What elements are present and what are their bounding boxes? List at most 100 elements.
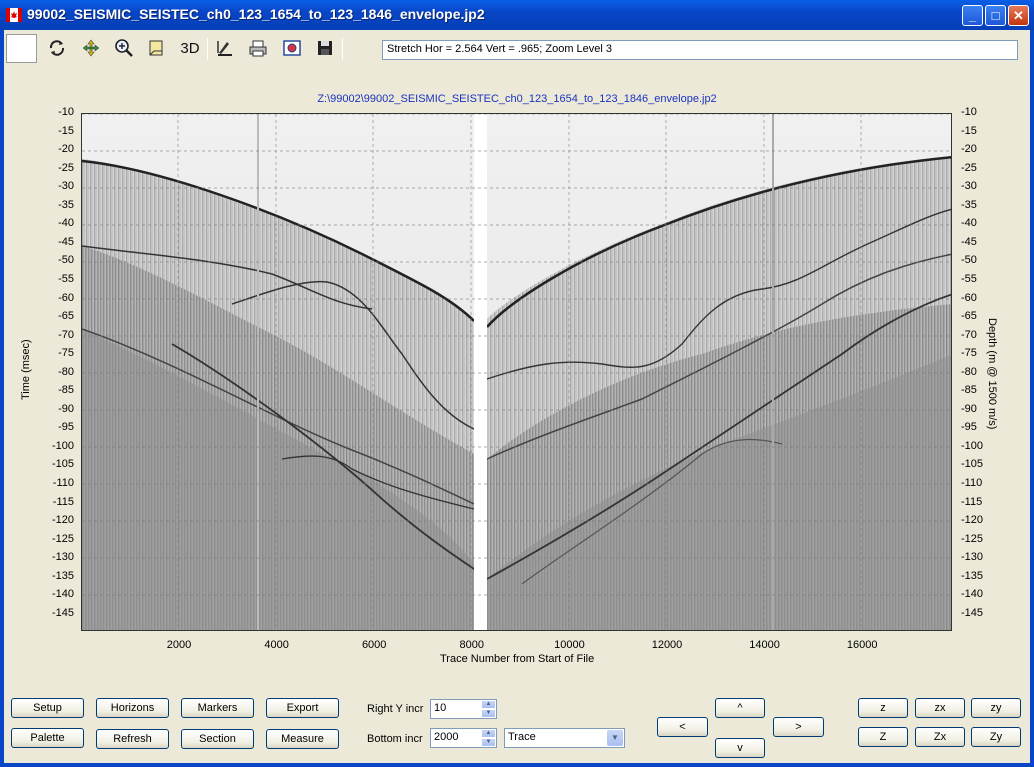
title-bar: 99002_SEISMIC_SEISTEC_ch0_123_1654_to_12… bbox=[0, 0, 1034, 30]
y-tick-label-left: -145 bbox=[51, 606, 74, 619]
y-tick-label-left: -135 bbox=[51, 569, 74, 582]
y-tick-label-left: -20 bbox=[58, 143, 74, 156]
horizons-button[interactable]: Horizons bbox=[96, 698, 169, 718]
y-tick-label-left: -130 bbox=[51, 551, 74, 564]
right-y-incr-label: Right Y incr bbox=[367, 703, 424, 715]
nav-left-button[interactable]: < bbox=[657, 717, 708, 737]
y-tick-label-right: -20 bbox=[961, 143, 977, 156]
page-icon[interactable] bbox=[143, 36, 169, 60]
x-tick-label: 8000 bbox=[459, 639, 485, 651]
y-tick-label-left: -60 bbox=[58, 291, 74, 304]
canada-flag-icon bbox=[6, 8, 22, 22]
y-tick-label-right: -85 bbox=[961, 384, 977, 397]
print-icon[interactable] bbox=[245, 36, 271, 60]
y-tick-label-left: -125 bbox=[51, 532, 74, 545]
y-tick-label-left: -100 bbox=[51, 439, 74, 452]
y-tick-label-right: -95 bbox=[961, 421, 977, 434]
y-tick-label-right: -35 bbox=[961, 198, 977, 211]
x-tick-label: 4000 bbox=[264, 639, 289, 651]
y-tick-label-right: -140 bbox=[961, 588, 984, 601]
x-tick-label: 14000 bbox=[749, 639, 780, 651]
y-tick-label-right: -110 bbox=[961, 477, 983, 489]
axis-mode-select[interactable]: Trace ▼ bbox=[504, 728, 625, 748]
y-tick-label-left: -40 bbox=[58, 217, 74, 230]
y-tick-label-left: -140 bbox=[51, 588, 74, 601]
y-tick-label-right: -25 bbox=[961, 161, 977, 174]
axis-mode-value: Trace bbox=[508, 731, 536, 743]
draw-icon[interactable] bbox=[212, 36, 238, 60]
section-button[interactable]: Section bbox=[181, 729, 254, 749]
zoom-zx-big-button[interactable]: Zx bbox=[915, 727, 965, 747]
x-tick-label: 6000 bbox=[361, 639, 387, 651]
y-tick-label-left: -50 bbox=[58, 254, 74, 267]
color-swatch[interactable] bbox=[6, 34, 37, 63]
x-tick-label: 12000 bbox=[651, 639, 683, 651]
zoom-z-small-button[interactable]: z bbox=[858, 698, 908, 718]
save-icon[interactable] bbox=[312, 36, 338, 60]
refresh-button[interactable]: Refresh bbox=[96, 729, 169, 749]
measure-button[interactable]: Measure bbox=[266, 729, 339, 749]
y-tick-label-right: -130 bbox=[961, 551, 984, 564]
nav-down-button[interactable]: v bbox=[715, 738, 765, 758]
rotate-icon[interactable] bbox=[44, 36, 70, 60]
y-tick-label-right: -50 bbox=[961, 254, 977, 267]
seismic-image bbox=[81, 113, 952, 631]
y-tick-label-right: -30 bbox=[961, 180, 977, 193]
status-field: Stretch Hor = 2.564 Vert = .965; Zoom Le… bbox=[382, 40, 1018, 60]
y-tick-label-left: -10 bbox=[58, 106, 74, 118]
3d-button[interactable]: 3D bbox=[176, 36, 204, 60]
y-tick-label-left: -110 bbox=[52, 477, 74, 489]
y-tick-label-right: -10 bbox=[961, 106, 977, 118]
zoom-icon[interactable] bbox=[111, 36, 137, 60]
nav-right-button[interactable]: > bbox=[773, 717, 824, 737]
setup-button[interactable]: Setup bbox=[11, 698, 84, 718]
y-tick-label-right: -45 bbox=[961, 235, 977, 248]
y-tick-label-left: -115 bbox=[52, 495, 74, 508]
close-button[interactable]: ✕ bbox=[1008, 5, 1029, 26]
x-tick-label: 16000 bbox=[846, 639, 878, 651]
chevron-down-icon: ▼ bbox=[607, 730, 623, 746]
export-button[interactable]: Export bbox=[266, 698, 339, 718]
y-tick-label-left: -45 bbox=[58, 235, 74, 248]
maximize-button[interactable]: □ bbox=[985, 5, 1006, 26]
right-y-spinner[interactable]: ▲ ▼ bbox=[481, 700, 496, 718]
y-tick-label-right: -115 bbox=[961, 495, 983, 508]
y-axis-title-left: Time (msec) bbox=[20, 339, 32, 400]
y-tick-label-left: -85 bbox=[58, 384, 74, 397]
y-tick-label-right: -60 bbox=[961, 291, 977, 304]
y-tick-label-left: -15 bbox=[58, 124, 74, 137]
y-tick-label-left: -55 bbox=[58, 272, 74, 285]
toolbar-separator bbox=[342, 38, 343, 60]
bottom-incr-spinner[interactable]: ▲ ▼ bbox=[481, 729, 496, 747]
y-tick-label-left: -105 bbox=[51, 458, 74, 471]
y-axis-title-right: Depth (m @ 1500 m/s) bbox=[986, 318, 998, 430]
y-tick-label-right: -15 bbox=[961, 124, 977, 137]
y-tick-label-right: -125 bbox=[961, 532, 984, 545]
bottom-incr-label: Bottom incr bbox=[367, 733, 423, 745]
y-tick-label-right: -65 bbox=[961, 310, 977, 323]
x-axis-title: Trace Number from Start of File bbox=[440, 653, 595, 665]
y-tick-label-right: -70 bbox=[961, 328, 977, 341]
pan-icon[interactable] bbox=[78, 36, 104, 60]
zoom-zy-big-button[interactable]: Zy bbox=[971, 727, 1021, 747]
nav-up-button[interactable]: ^ bbox=[715, 698, 765, 718]
y-tick-label-left: -25 bbox=[58, 161, 74, 174]
zoom-z-big-button[interactable]: Z bbox=[858, 727, 908, 747]
y-tick-label-left: -30 bbox=[58, 180, 74, 193]
y-tick-label-right: -55 bbox=[961, 272, 977, 285]
y-tick-label-left: -80 bbox=[58, 365, 74, 378]
palette-button[interactable]: Palette bbox=[11, 728, 84, 748]
y-tick-label-left: -75 bbox=[58, 347, 74, 360]
markers-button[interactable]: Markers bbox=[181, 698, 254, 718]
x-tick-label: 2000 bbox=[166, 639, 192, 651]
zoom-zx-small-button[interactable]: zx bbox=[915, 698, 965, 718]
y-tick-label-left: -65 bbox=[58, 310, 74, 323]
image-export-icon[interactable] bbox=[279, 36, 305, 60]
y-tick-label-right: -40 bbox=[961, 217, 977, 230]
window-title: 99002_SEISMIC_SEISTEC_ch0_123_1654_to_12… bbox=[27, 6, 485, 22]
minimize-button[interactable]: _ bbox=[962, 5, 983, 26]
y-tick-label-right: -145 bbox=[961, 606, 984, 619]
seismic-profile bbox=[82, 114, 951, 630]
zoom-zy-small-button[interactable]: zy bbox=[971, 698, 1021, 718]
y-tick-label-right: -90 bbox=[961, 402, 977, 415]
